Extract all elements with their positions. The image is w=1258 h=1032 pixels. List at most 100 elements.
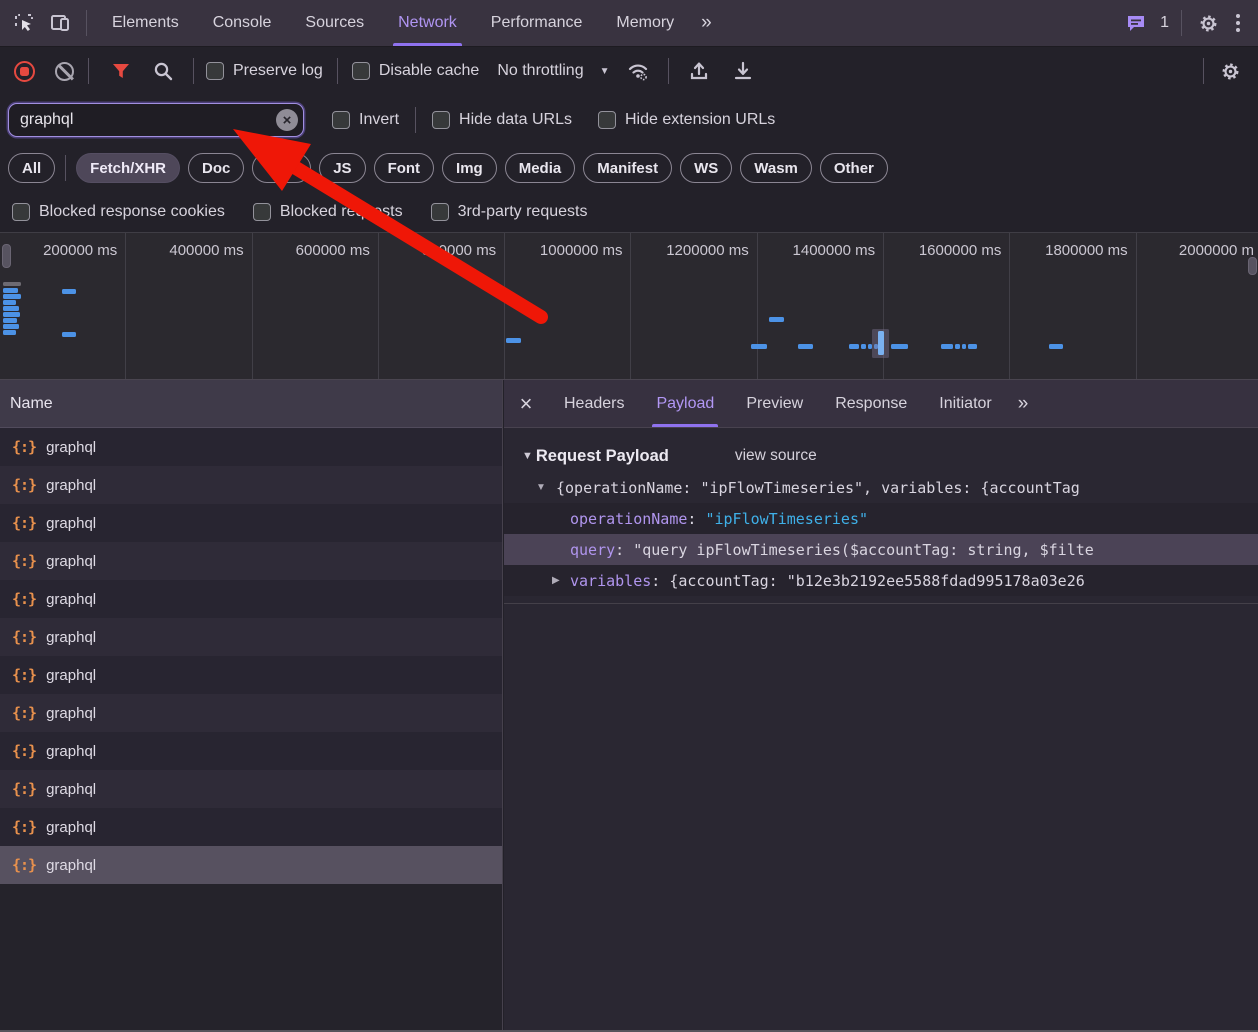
request-rows: {:}graphql{:}graphql{:}graphql{:}graphql…	[0, 428, 502, 884]
collapsed-triangle-icon[interactable]: ▶	[552, 575, 560, 586]
more-options-icon[interactable]	[1226, 14, 1250, 32]
preserve-log-checkbox[interactable]	[206, 62, 224, 80]
tab-sources[interactable]: Sources	[288, 0, 381, 46]
request-row[interactable]: {:}graphql	[0, 542, 502, 580]
chip-wasm[interactable]: Wasm	[740, 153, 812, 183]
request-row[interactable]: {:}graphql	[0, 656, 502, 694]
payload-row[interactable]: operationName: "ipFlowTimeseries"	[504, 503, 1258, 534]
throttling-dropdown[interactable]: No throttling ▼	[497, 62, 609, 80]
waterfall-bar	[3, 330, 16, 335]
overview-left-handle[interactable]	[2, 244, 11, 268]
request-row[interactable]: {:}graphql	[0, 770, 502, 808]
request-name: graphql	[46, 705, 96, 722]
chip-manifest[interactable]: Manifest	[583, 153, 672, 183]
chip-ws[interactable]: WS	[680, 153, 732, 183]
divider	[668, 58, 669, 84]
hide-data-urls-checkbox[interactable]	[432, 111, 450, 129]
name-column-header[interactable]: Name	[0, 380, 502, 428]
overview-right-handle[interactable]	[1248, 257, 1257, 275]
detail-tab-bar: × HeadersPayloadPreviewResponseInitiator…	[504, 380, 1258, 428]
disable-cache-checkbox[interactable]	[352, 62, 370, 80]
hide-extension-urls-checkbox[interactable]	[598, 111, 616, 129]
toolbar-right	[1195, 53, 1258, 89]
filter-funnel-icon[interactable]	[103, 53, 139, 89]
filter-input[interactable]	[8, 103, 304, 137]
issues-message-icon[interactable]	[1118, 5, 1154, 41]
json-braces-icon: {:}	[12, 438, 36, 456]
request-payload-section[interactable]: ▼ Request Payload view source	[504, 440, 1258, 472]
3rd-party-requests-checkbox[interactable]	[431, 203, 449, 221]
request-row[interactable]: {:} graphql	[0, 466, 502, 504]
payload-segment: {operationName: "ipFlowTimeseries", vari…	[556, 479, 1080, 497]
tab-console[interactable]: Console	[196, 0, 289, 46]
request-row[interactable]: {:}graphql	[0, 618, 502, 656]
payload-row[interactable]: ▼ {operationName: "ipFlowTimeseries", var…	[504, 472, 1258, 503]
detail-tab-headers[interactable]: Headers	[548, 380, 640, 427]
expanded-triangle-icon[interactable]: ▼	[536, 482, 546, 493]
json-braces-icon: {:}	[12, 476, 36, 494]
network-conditions-icon[interactable]	[620, 53, 656, 89]
chip-css[interactable]: CSS	[252, 153, 311, 183]
json-braces-icon: {:}	[12, 742, 36, 760]
request-name: graphql	[46, 477, 96, 494]
waterfall-bar	[769, 317, 784, 322]
request-row[interactable]: {:}graphql	[0, 580, 502, 618]
request-row[interactable]: {:}graphql	[0, 732, 502, 770]
chip-font[interactable]: Font	[374, 153, 434, 183]
waterfall-bar	[962, 344, 966, 349]
chip-doc[interactable]: Doc	[188, 153, 244, 183]
payload-row[interactable]: query: "query ipFlowTimeseries($accountT…	[504, 534, 1258, 565]
detail-tab-initiator[interactable]: Initiator	[923, 380, 1007, 427]
request-row[interactable]: {:}graphql	[0, 808, 502, 846]
payload-row[interactable]: ▶variables: {accountTag: "b12e3b2192ee55…	[504, 565, 1258, 596]
settings-gear-icon[interactable]	[1190, 5, 1226, 41]
chip-media[interactable]: Media	[505, 153, 576, 183]
clear-network-log-icon[interactable]	[55, 62, 74, 81]
divider	[1203, 58, 1204, 84]
tab-performance[interactable]: Performance	[474, 0, 600, 46]
import-har-icon[interactable]	[681, 53, 717, 89]
tab-elements[interactable]: Elements	[95, 0, 196, 46]
adv-filter-label: 3rd-party requests	[458, 203, 588, 221]
export-har-icon[interactable]	[725, 53, 761, 89]
network-toolbar: Preserve log Disable cache No throttling…	[0, 47, 1258, 95]
record-network-log-button[interactable]	[14, 61, 35, 82]
network-overview-timeline[interactable]: 200000 ms400000 ms600000 ms800000 ms1000…	[0, 232, 1258, 380]
close-details-icon[interactable]: ×	[504, 391, 548, 417]
invert-checkbox[interactable]	[332, 111, 350, 129]
detail-tab-payload[interactable]: Payload	[640, 380, 730, 427]
view-source-link[interactable]: view source	[735, 447, 817, 465]
waterfall-bar	[506, 338, 521, 343]
request-name: graphql	[46, 781, 96, 798]
more-detail-tabs-icon[interactable]: »	[1008, 393, 1037, 415]
divider	[86, 10, 87, 36]
detail-tab-response[interactable]: Response	[819, 380, 923, 427]
detail-tab-preview[interactable]: Preview	[730, 380, 819, 427]
chip-js[interactable]: JS	[319, 153, 365, 183]
request-row[interactable]: {:}graphql	[0, 694, 502, 732]
blocked-response-cookies-checkbox[interactable]	[12, 203, 30, 221]
chip-fetchxhr[interactable]: Fetch/XHR	[76, 153, 180, 183]
adv-filter-group: Blocked requests	[253, 203, 403, 221]
disable-cache-group: Disable cache	[352, 62, 480, 80]
timeline-tick: 2000000 m	[1137, 233, 1258, 379]
json-braces-icon: {:}	[12, 818, 36, 836]
blocked-requests-checkbox[interactable]	[253, 203, 271, 221]
network-settings-gear-icon[interactable]	[1212, 53, 1248, 89]
request-row[interactable]: {:}graphql	[0, 846, 502, 884]
chip-all[interactable]: All	[8, 153, 55, 183]
chip-img[interactable]: Img	[442, 153, 497, 183]
clear-filter-icon[interactable]: ×	[276, 109, 298, 131]
search-icon[interactable]	[145, 53, 181, 89]
more-tabs-icon[interactable]: »	[691, 12, 720, 34]
adv-filter-group: 3rd-party requests	[431, 203, 588, 221]
request-row[interactable]: {:}graphql	[0, 428, 502, 466]
chip-other[interactable]: Other	[820, 153, 888, 183]
inspect-element-icon[interactable]	[6, 5, 42, 41]
waterfall-bar	[3, 312, 20, 317]
tab-network[interactable]: Network	[381, 0, 474, 46]
tab-memory[interactable]: Memory	[599, 0, 691, 46]
json-braces-icon: {:}	[12, 590, 36, 608]
request-row[interactable]: {:}graphql	[0, 504, 502, 542]
device-toolbar-icon[interactable]	[42, 5, 78, 41]
